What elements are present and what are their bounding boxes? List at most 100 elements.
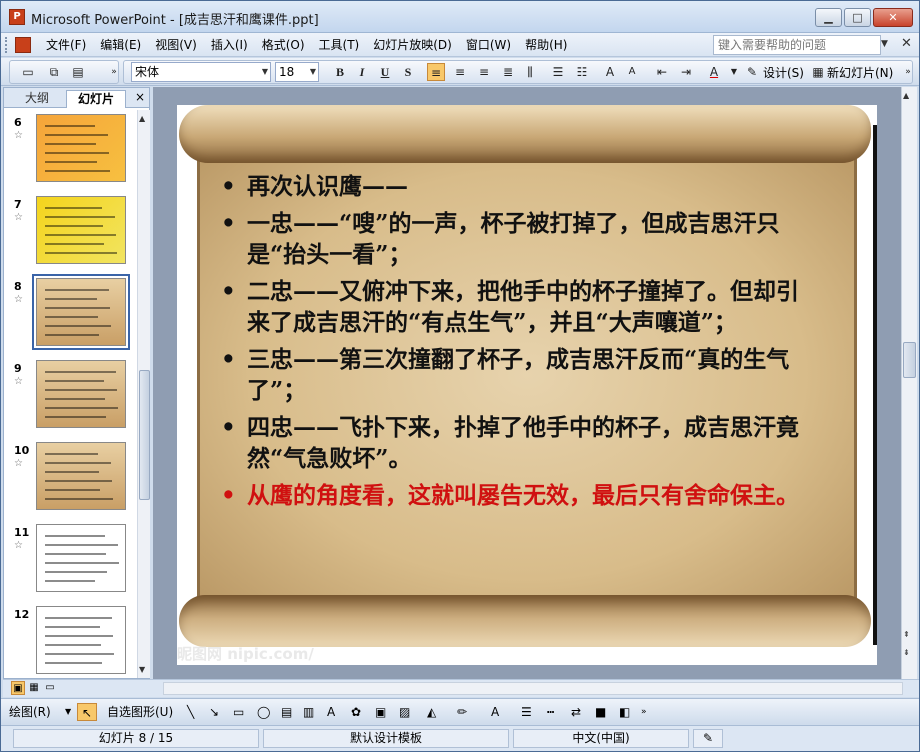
thumbnail-slide-12[interactable]: 12 bbox=[4, 606, 134, 678]
increase-font-icon[interactable]: A bbox=[601, 63, 619, 81]
font-color-draw-icon[interactable]: A bbox=[491, 703, 499, 721]
line-color-icon[interactable]: ✏ bbox=[457, 703, 467, 721]
menu-edit[interactable]: 编辑(E) bbox=[93, 37, 148, 53]
italic-button[interactable]: I bbox=[353, 63, 371, 81]
thumbnail-slide-6[interactable]: 6 ☆ bbox=[4, 114, 134, 192]
font-color-icon[interactable]: A bbox=[705, 63, 723, 81]
vertical-textbox-icon[interactable]: ▥ bbox=[303, 703, 314, 721]
font-dropdown-icon[interactable]: ▼ bbox=[262, 63, 268, 81]
thumbnail-slide-11[interactable]: 11 ☆ bbox=[4, 524, 134, 602]
new-slide-button[interactable]: 新幻灯片(N) bbox=[827, 64, 893, 81]
autoshapes-button[interactable]: 自选图形(U) bbox=[107, 703, 173, 721]
pane-close-icon[interactable]: × bbox=[135, 90, 145, 104]
new-slide-icon[interactable]: ▦ bbox=[809, 63, 827, 81]
slide-scrollbar[interactable]: ▲ ⇞ ⇟ bbox=[901, 87, 917, 679]
menu-format[interactable]: 格式(O) bbox=[255, 37, 312, 53]
paste-icon[interactable]: ▤ bbox=[69, 63, 87, 81]
arrow-icon[interactable]: ↘ bbox=[209, 703, 219, 721]
oval-icon[interactable]: ◯ bbox=[257, 703, 270, 721]
justify-icon[interactable]: ≣ bbox=[499, 63, 517, 81]
diagram-icon[interactable]: ✿ bbox=[351, 703, 361, 721]
close-button[interactable]: ✕ bbox=[873, 8, 913, 27]
text-direction-icon[interactable]: ⫼ bbox=[521, 63, 539, 81]
draw-dropdown-icon[interactable]: ▼ bbox=[65, 703, 71, 721]
draw-menu-button[interactable]: 绘图(R) bbox=[9, 703, 51, 721]
powerpoint-app-icon[interactable]: P bbox=[9, 9, 25, 25]
help-search-input[interactable]: 键入需要帮助的问题 bbox=[713, 35, 881, 55]
clipart-icon[interactable]: ▣ bbox=[375, 703, 386, 721]
thumbnail-slide-8[interactable]: 8 ☆ bbox=[4, 274, 134, 356]
3d-style-icon[interactable]: ◧ bbox=[619, 703, 630, 721]
current-slide[interactable]: 再次认识鹰—— 一忠——“嗖”的一声，杯子被打掉了，但成吉思汗只是“抬头一看”；… bbox=[177, 105, 877, 665]
bullet-item[interactable]: 三忠——第三次撞翻了杯子，成吉思汗反而“真的生气了”； bbox=[221, 344, 821, 406]
select-objects-icon[interactable]: ↖ bbox=[77, 703, 97, 721]
minimize-button[interactable]: ▁ bbox=[815, 8, 842, 27]
textbox-icon[interactable]: ▤ bbox=[281, 703, 292, 721]
font-color-dropdown-icon[interactable]: ▼ bbox=[725, 63, 743, 81]
slide-sorter-view-icon[interactable]: ▦ bbox=[27, 681, 41, 695]
numbered-list-icon[interactable]: ☰ bbox=[549, 63, 567, 81]
menu-help[interactable]: 帮助(H) bbox=[518, 37, 574, 53]
fill-color-icon[interactable]: ◭ bbox=[427, 703, 436, 721]
menu-file[interactable]: 文件(F) bbox=[39, 37, 93, 53]
font-name-select[interactable]: 宋体 ▼ bbox=[131, 62, 271, 82]
toolbar-options-icon-2[interactable]: » bbox=[899, 63, 917, 81]
thumbnail-slide-9[interactable]: 9 ☆ bbox=[4, 360, 134, 438]
menu-window[interactable]: 窗口(W) bbox=[459, 37, 518, 53]
design-button[interactable]: 设计(S) bbox=[763, 64, 804, 81]
toolbar-options-icon[interactable]: » bbox=[105, 63, 123, 81]
help-dropdown-arrow-icon[interactable]: ▼ bbox=[881, 39, 888, 49]
font-size-dropdown-icon[interactable]: ▼ bbox=[310, 63, 316, 81]
dash-style-icon[interactable]: ┅ bbox=[547, 703, 554, 721]
align-center-icon[interactable]: ≡ bbox=[451, 63, 469, 81]
thumbnail-slide-7[interactable]: 7 ☆ bbox=[4, 196, 134, 274]
toolbar-options-icon-3[interactable]: » bbox=[641, 703, 647, 721]
font-size-select[interactable]: 18 ▼ bbox=[275, 62, 319, 82]
wordart-icon[interactable]: A bbox=[327, 703, 335, 721]
underline-button[interactable]: U bbox=[376, 63, 394, 81]
shadow-style-icon[interactable]: ■ bbox=[595, 703, 606, 721]
bullet-item[interactable]: 再次认识鹰—— bbox=[221, 171, 821, 202]
align-right-icon[interactable]: ≡ bbox=[475, 63, 493, 81]
increase-indent-icon[interactable]: ⇥ bbox=[677, 63, 695, 81]
tab-outline[interactable]: 大纲 bbox=[10, 90, 64, 108]
bullet-item[interactable]: 一忠——“嗖”的一声，杯子被打掉了，但成吉思汗只是“抬头一看”； bbox=[221, 208, 821, 270]
bullet-item-highlighted[interactable]: 从鹰的角度看，这就叫屡告无效，最后只有舍命保主。 bbox=[221, 480, 821, 511]
copy-icon[interactable]: ⧉ bbox=[45, 63, 63, 81]
rectangle-icon[interactable]: ▭ bbox=[233, 703, 244, 721]
horizontal-scrollbar[interactable] bbox=[163, 682, 903, 695]
document-icon[interactable] bbox=[15, 37, 31, 53]
menu-slideshow[interactable]: 幻灯片放映(D) bbox=[366, 37, 459, 53]
decrease-indent-icon[interactable]: ⇤ bbox=[653, 63, 671, 81]
template-status[interactable]: 默认设计模板 bbox=[263, 729, 509, 748]
scroll-down-icon[interactable]: ▼ bbox=[139, 665, 145, 674]
normal-view-icon[interactable]: ▣ bbox=[11, 681, 25, 695]
bullet-item[interactable]: 二忠——又俯冲下来，把他手中的杯子撞掉了。但却引来了成吉思汗的“有点生气”，并且… bbox=[221, 276, 821, 338]
spelling-check-icon[interactable]: ✎ bbox=[693, 729, 723, 748]
align-left-icon[interactable]: ≡ bbox=[427, 63, 445, 81]
next-slide-icon[interactable]: ⇟ bbox=[903, 648, 910, 657]
scrollbar-thumb[interactable] bbox=[139, 370, 150, 500]
picture-icon[interactable]: ▨ bbox=[399, 703, 410, 721]
bold-button[interactable]: B bbox=[331, 63, 349, 81]
scrollbar-thumb[interactable] bbox=[903, 342, 916, 378]
document-close-icon[interactable]: ✕ bbox=[901, 36, 912, 51]
new-document-icon[interactable]: ▭ bbox=[19, 63, 37, 81]
scroll-up-icon[interactable]: ▲ bbox=[139, 114, 145, 123]
menu-grip-handle[interactable] bbox=[5, 37, 9, 53]
decrease-font-icon[interactable]: A bbox=[623, 63, 641, 81]
shadow-button[interactable]: S bbox=[399, 63, 417, 81]
thumbnail-slide-10[interactable]: 10 ☆ bbox=[4, 442, 134, 520]
menu-view[interactable]: 视图(V) bbox=[148, 37, 204, 53]
scroll-up-icon[interactable]: ▲ bbox=[903, 91, 909, 100]
arrow-style-icon[interactable]: ⇄ bbox=[571, 703, 581, 721]
tab-slides[interactable]: 幻灯片 bbox=[66, 90, 126, 108]
bullet-item[interactable]: 四忠——飞扑下来，扑掉了他手中的杯子，成吉思汗竟然“气急败坏”。 bbox=[221, 412, 821, 474]
maximize-button[interactable]: □ bbox=[844, 8, 871, 27]
menu-insert[interactable]: 插入(I) bbox=[204, 37, 255, 53]
design-icon[interactable]: ✎ bbox=[743, 63, 761, 81]
slideshow-view-icon[interactable]: ▭ bbox=[43, 681, 57, 695]
line-style-icon[interactable]: ☰ bbox=[521, 703, 532, 721]
thumbnail-scrollbar[interactable]: ▲ ▼ bbox=[137, 110, 150, 678]
previous-slide-icon[interactable]: ⇞ bbox=[903, 630, 910, 639]
